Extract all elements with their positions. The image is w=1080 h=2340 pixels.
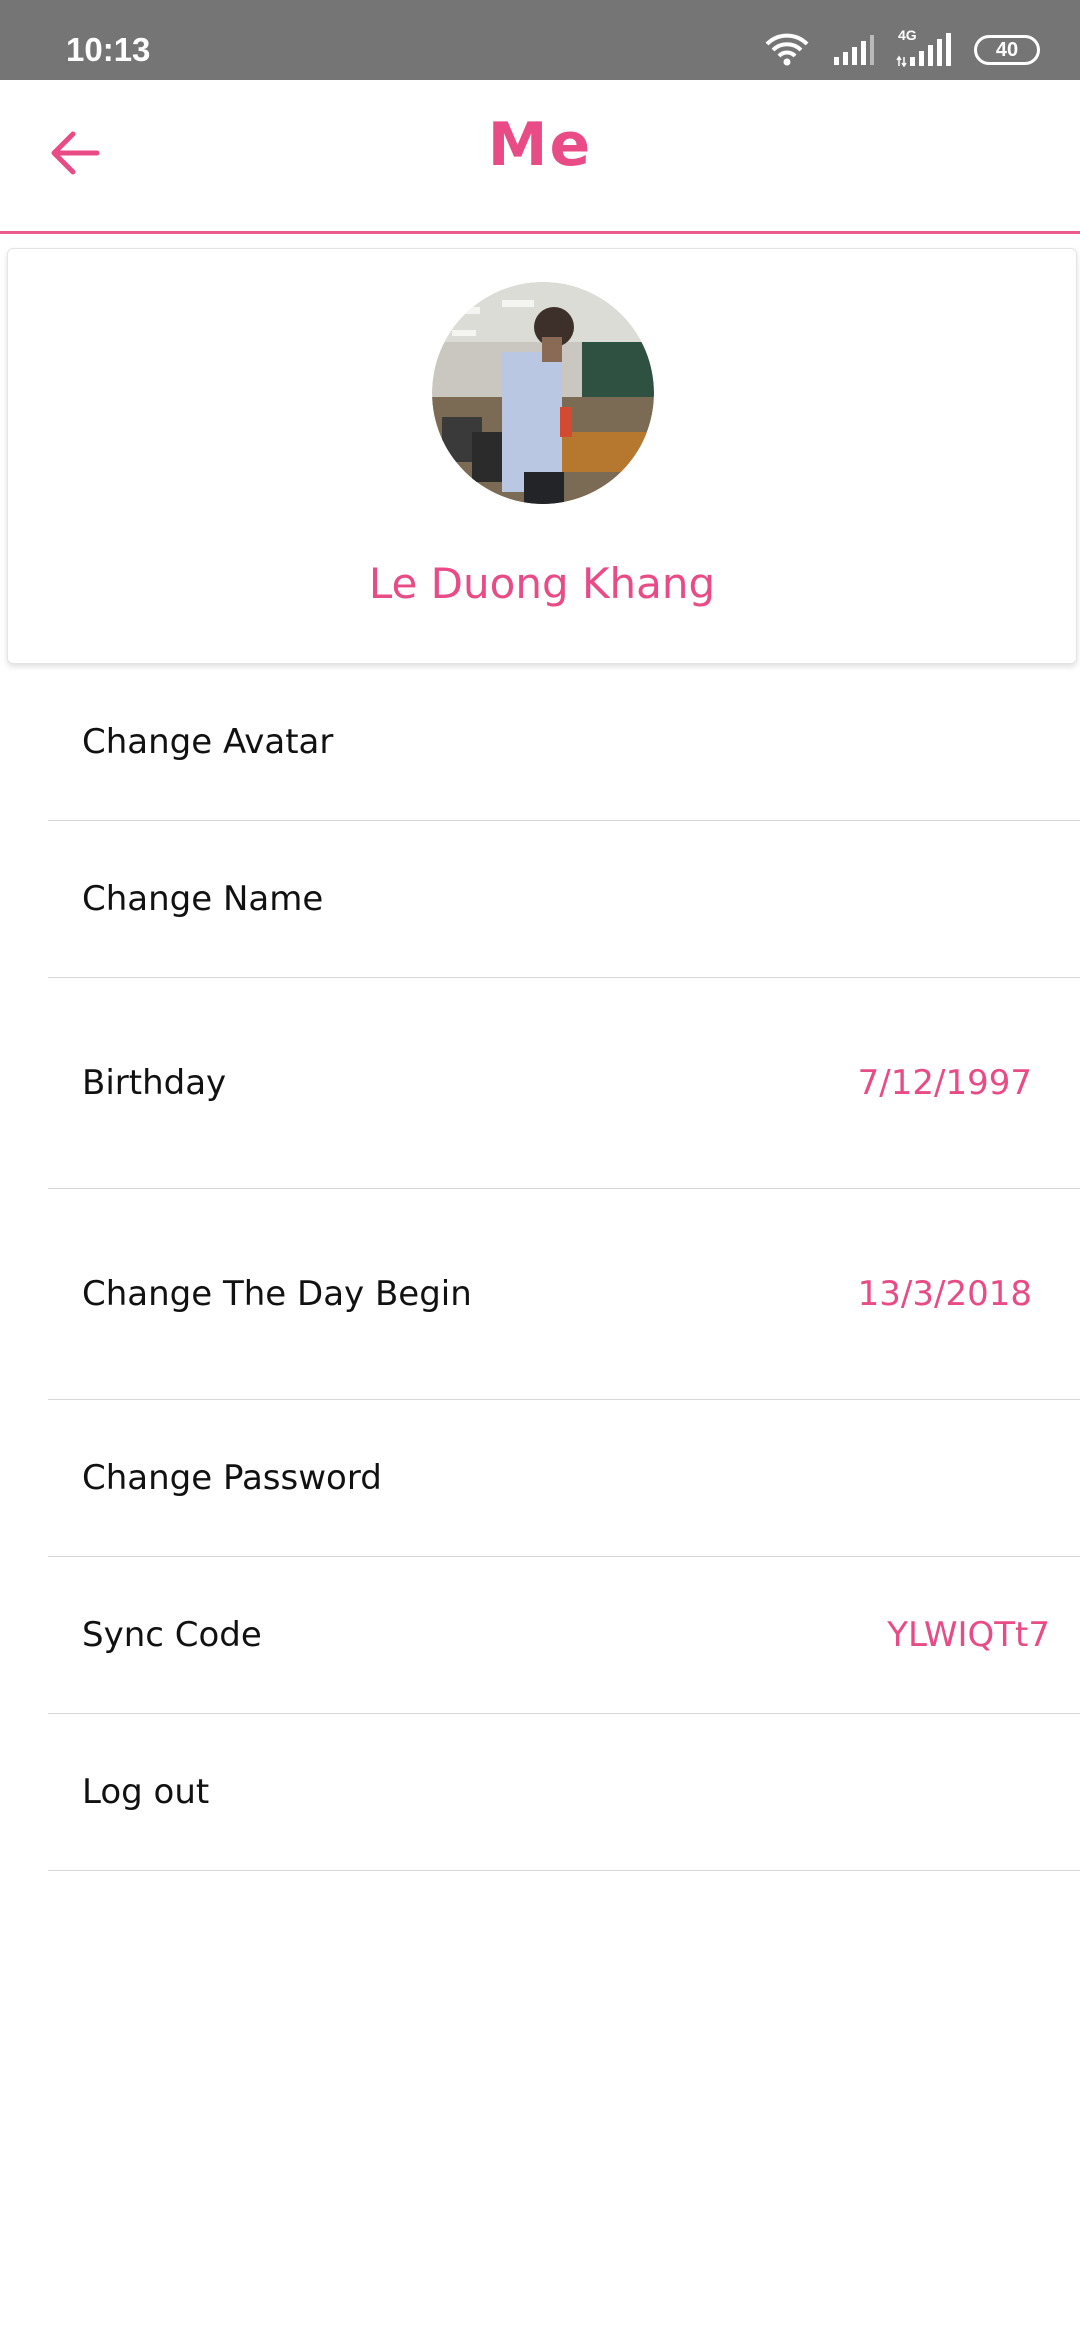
sync-code-item[interactable]: Sync Code YLWIQTt7 [48, 1557, 1080, 1714]
change-password-item[interactable]: Change Password [48, 1400, 1080, 1557]
profile-card: Le Duong Khang [7, 248, 1077, 664]
profile-name: Le Duong Khang [368, 559, 716, 608]
log-out-item[interactable]: Log out [48, 1714, 1080, 1871]
menu-item-label: Birthday [82, 1063, 227, 1103]
status-icons: 4G 40 [764, 27, 1040, 70]
day-begin-value: 13/3/2018 [857, 1274, 1032, 1314]
change-day-begin-item[interactable]: Change The Day Begin 13/3/2018 [48, 1189, 1080, 1400]
status-bar: 10:13 4G 40 [0, 0, 1080, 80]
change-name-item[interactable]: Change Name [48, 821, 1080, 978]
app-bar: Me [0, 80, 1080, 234]
change-avatar-item[interactable]: Change Avatar [48, 664, 1080, 821]
menu-item-label: Log out [82, 1772, 210, 1812]
birthday-value: 7/12/1997 [857, 1063, 1032, 1103]
page-title: Me [487, 110, 593, 180]
signal-icon [832, 35, 874, 65]
signal-4g-icon: 4G [896, 27, 952, 67]
menu-item-label: Change Password [82, 1458, 382, 1498]
settings-menu: Change Avatar Change Name Birthday 7/12/… [0, 664, 1080, 1871]
menu-item-label: Change Avatar [82, 722, 334, 762]
battery-icon: 40 [974, 35, 1040, 65]
avatar[interactable] [432, 282, 654, 504]
menu-item-label: Change The Day Begin [82, 1274, 472, 1314]
sync-code-value: YLWIQTt7 [887, 1615, 1050, 1655]
wifi-icon [764, 33, 810, 67]
birthday-item[interactable]: Birthday 7/12/1997 [48, 978, 1080, 1189]
menu-item-label: Sync Code [82, 1615, 262, 1655]
status-time: 10:13 [66, 31, 151, 68]
menu-item-label: Change Name [82, 879, 324, 919]
